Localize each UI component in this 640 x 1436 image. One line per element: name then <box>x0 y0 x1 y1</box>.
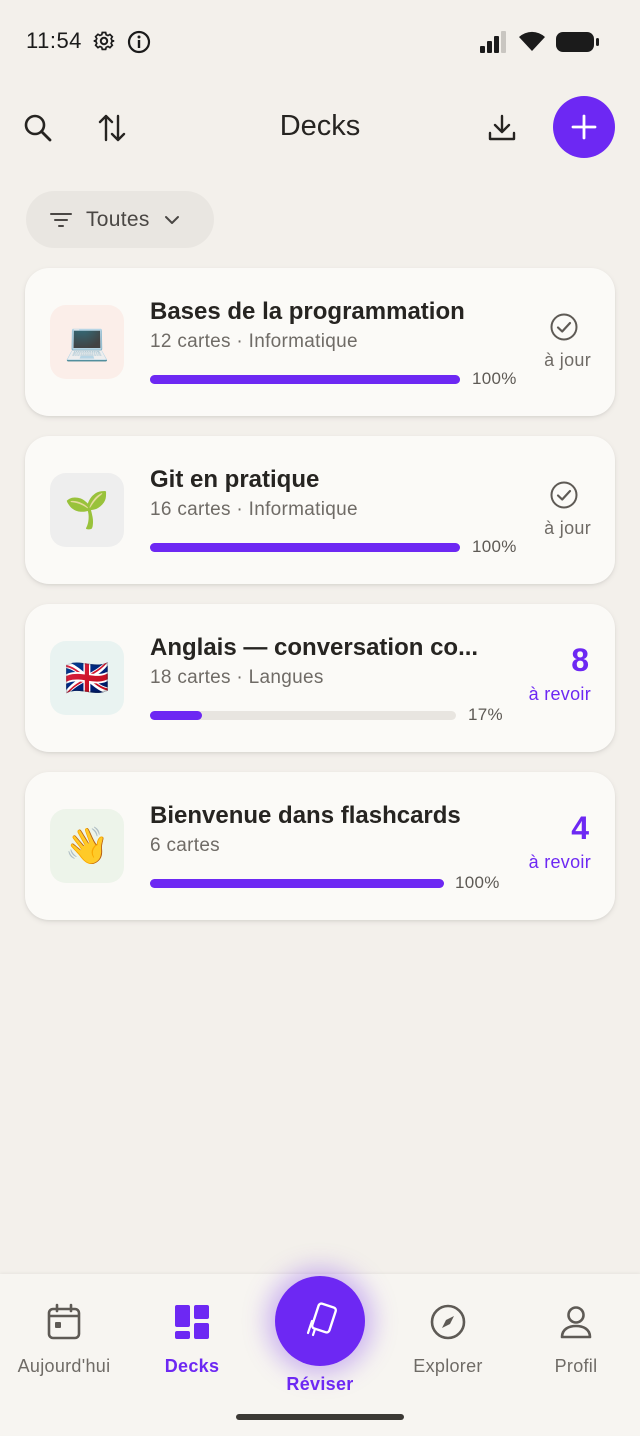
nav-decks-label: Decks <box>164 1356 220 1376</box>
check-circle-icon <box>550 481 578 509</box>
deck-status: à jour <box>544 312 591 371</box>
app-header: Decks <box>0 96 640 160</box>
deck-meta: 12 cartes · Informatique <box>150 331 358 352</box>
signal-icon <box>480 31 506 53</box>
deck-status: 4 à revoir <box>528 810 591 873</box>
wifi-icon <box>519 31 545 51</box>
deck-status: 8 à revoir <box>528 642 591 705</box>
deck-title: Anglais — conversation co... <box>150 634 479 661</box>
nav-profile-label: Profil <box>554 1356 598 1376</box>
progress-bar <box>150 711 456 720</box>
nav-today[interactable]: Aujourd'hui <box>0 1302 128 1377</box>
page-title: Decks <box>279 110 361 142</box>
nav-today-label: Aujourd'hui <box>17 1356 111 1376</box>
due-count: 8 <box>571 642 589 678</box>
nav-profile[interactable]: Profil <box>512 1302 640 1377</box>
battery-icon <box>556 32 599 52</box>
filter-label: Toutes <box>86 207 150 231</box>
status-time: 11:54 <box>26 28 82 53</box>
progress-percent: 100% <box>472 369 517 388</box>
import-button[interactable] <box>478 104 526 152</box>
deck-meta: 16 cartes · Informatique <box>150 499 358 520</box>
info-icon <box>127 30 151 54</box>
deck-emoji: 🇬🇧 <box>50 641 124 715</box>
due-count: 4 <box>571 810 589 846</box>
progress-bar <box>150 375 460 384</box>
progress-fill <box>150 375 460 384</box>
filter-icon <box>50 212 72 227</box>
progress-percent: 100% <box>455 873 500 892</box>
deck-title: Git en pratique <box>150 466 320 493</box>
deck-emoji: 👋 <box>50 809 124 883</box>
nav-review-label: Réviser <box>286 1374 354 1394</box>
progress-bar <box>150 879 444 888</box>
calendar-icon <box>44 1302 84 1342</box>
deck-title: Bases de la programmation <box>150 298 465 325</box>
plus-icon <box>571 114 597 140</box>
status-bar: 11:54 <box>0 0 640 84</box>
due-label: à revoir <box>528 852 591 872</box>
settings-icon <box>93 31 115 51</box>
status-indicators <box>480 30 600 54</box>
person-icon <box>556 1302 596 1342</box>
decks-grid-icon <box>172 1302 212 1342</box>
home-indicator <box>236 1414 404 1420</box>
status-label: à jour <box>544 350 591 370</box>
download-icon <box>488 114 516 141</box>
progress-percent: 17% <box>468 705 503 724</box>
progress-bar <box>150 543 460 552</box>
deck-list: 💻 Bases de la programmation 12 cartes · … <box>25 268 615 940</box>
nav-explore[interactable]: Explorer <box>384 1302 512 1377</box>
review-button[interactable] <box>275 1276 365 1366</box>
deck-emoji: 🌱 <box>50 473 124 547</box>
bottom-nav: Aujourd'hui Decks Réviser Explorer Profi… <box>0 1274 640 1436</box>
compass-icon <box>428 1302 468 1342</box>
status-label: à jour <box>544 518 591 538</box>
progress-percent: 100% <box>472 537 517 556</box>
nav-explore-label: Explorer <box>413 1356 483 1376</box>
due-label: à revoir <box>528 684 591 704</box>
chevron-down-icon <box>164 215 179 224</box>
category-filter[interactable]: Toutes <box>26 191 214 248</box>
deck-card[interactable]: 🇬🇧 Anglais — conversation co... 18 carte… <box>25 604 615 752</box>
deck-card[interactable]: 👋 Bienvenue dans flashcards 6 cartes 100… <box>25 772 615 920</box>
deck-meta: 18 cartes · Langues <box>150 667 324 688</box>
progress-fill <box>150 543 460 552</box>
cards-icon <box>306 1302 337 1337</box>
deck-card[interactable]: 🌱 Git en pratique 16 cartes · Informatiq… <box>25 436 615 584</box>
deck-card[interactable]: 💻 Bases de la programmation 12 cartes · … <box>25 268 615 416</box>
progress-fill <box>150 879 444 888</box>
add-deck-button[interactable] <box>553 96 615 158</box>
deck-title: Bienvenue dans flashcards <box>150 802 461 829</box>
deck-emoji: 💻 <box>50 305 124 379</box>
progress-fill <box>150 711 203 720</box>
deck-status: à jour <box>544 480 591 539</box>
check-circle-icon <box>550 313 578 341</box>
nav-decks[interactable]: Decks <box>128 1302 256 1377</box>
deck-meta: 6 cartes <box>150 835 220 856</box>
